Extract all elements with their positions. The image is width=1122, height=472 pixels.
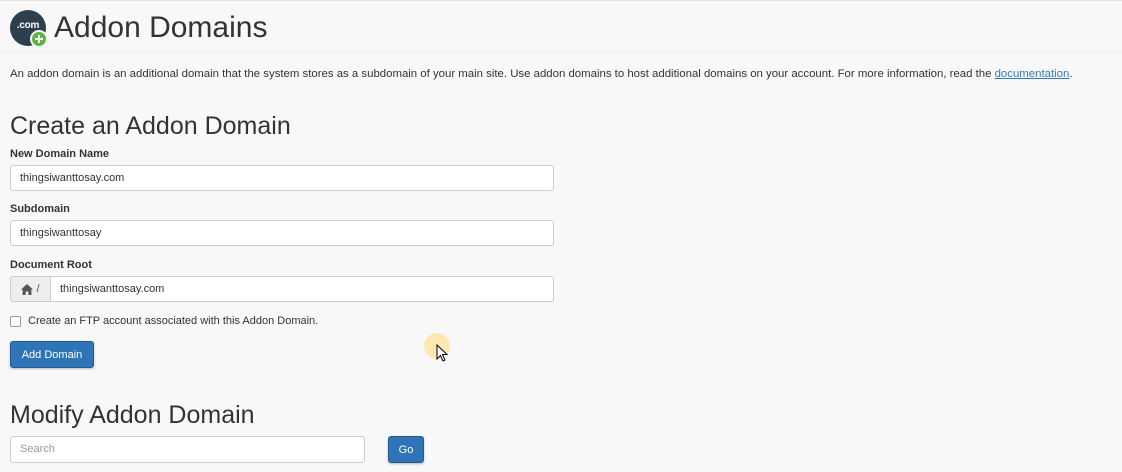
- description-suffix: .: [1069, 68, 1073, 80]
- new-domain-label: New Domain Name: [10, 148, 110, 160]
- document-root-input[interactable]: thingsiwanttosay.com: [50, 276, 554, 302]
- document-root-slash: /: [36, 283, 40, 295]
- document-root-label: Document Root: [10, 259, 92, 271]
- create-section-title: Create an Addon Domain: [10, 112, 291, 140]
- description-text: An addon domain is an additional domain …: [10, 68, 995, 80]
- ftp-account-option[interactable]: Create an FTP account associated with th…: [10, 315, 318, 327]
- search-input[interactable]: Search: [10, 436, 365, 463]
- subdomain-input[interactable]: thingsiwanttosay: [10, 220, 554, 246]
- documentation-link[interactable]: documentation: [995, 68, 1070, 80]
- page-description: An addon domain is an additional domain …: [10, 68, 1073, 80]
- addon-domain-logo-icon: .com: [10, 10, 48, 48]
- plus-icon: [30, 30, 48, 48]
- subdomain-label: Subdomain: [10, 203, 70, 215]
- ftp-account-label[interactable]: Create an FTP account associated with th…: [28, 315, 318, 327]
- page-header: .com Addon Domains: [10, 8, 267, 48]
- home-icon: [21, 283, 34, 295]
- add-domain-button[interactable]: Add Domain: [10, 341, 94, 368]
- modify-section-title: Modify Addon Domain: [10, 401, 255, 429]
- ftp-account-checkbox[interactable]: [10, 315, 21, 327]
- go-button[interactable]: Go: [388, 436, 424, 463]
- header-divider: [0, 52, 1122, 53]
- mouse-pointer-icon: [436, 344, 448, 362]
- top-border: [0, 0, 1122, 1]
- page-title: Addon Domains: [54, 11, 268, 44]
- document-root-prefix: /: [10, 276, 50, 302]
- new-domain-input[interactable]: thingsiwanttosay.com: [10, 165, 554, 191]
- document-root-group: / thingsiwanttosay.com: [10, 276, 554, 302]
